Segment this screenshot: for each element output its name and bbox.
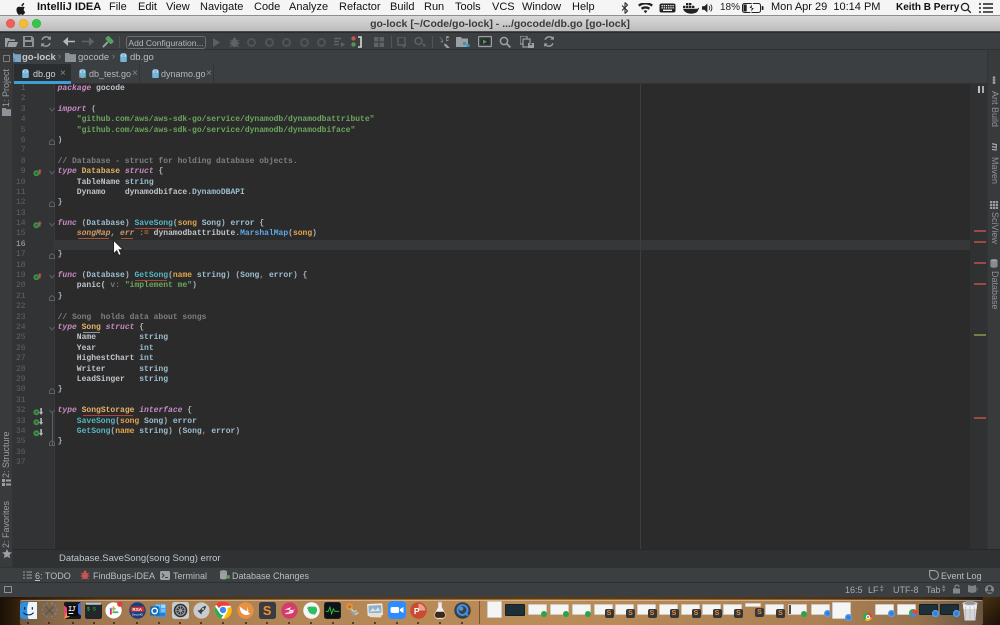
svg-text:P: P bbox=[413, 606, 419, 616]
svg-text:RSA: RSA bbox=[132, 607, 142, 612]
svg-text:S: S bbox=[262, 603, 271, 618]
svg-text:SecurID: SecurID bbox=[131, 613, 143, 617]
svg-text:$ S: $ S bbox=[87, 607, 96, 613]
svg-text:?: ? bbox=[974, 588, 978, 595]
